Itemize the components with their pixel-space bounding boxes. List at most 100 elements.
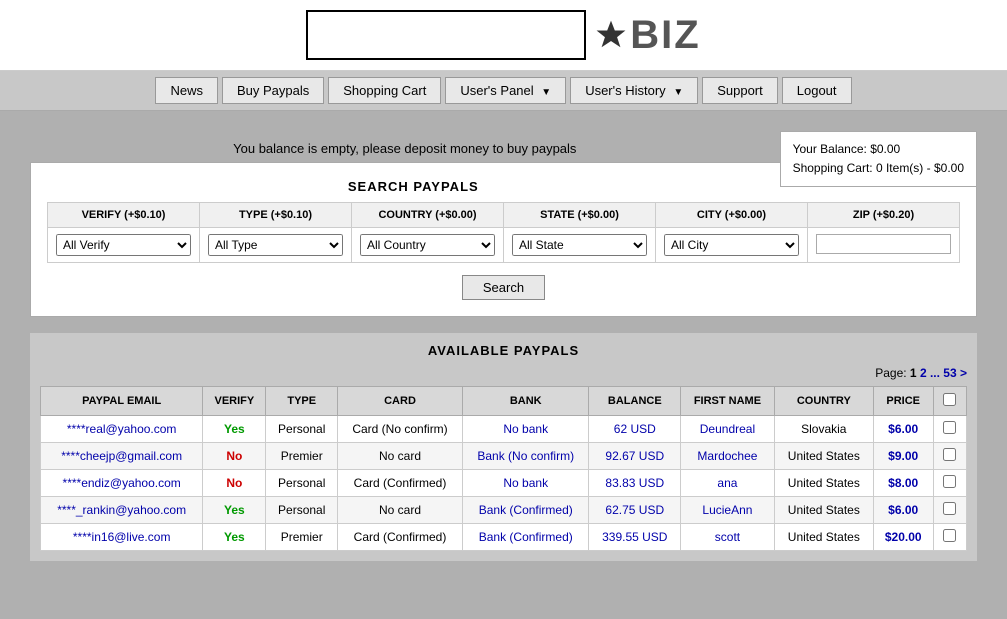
cell-checkbox[interactable] — [933, 470, 966, 497]
cell-type: Personal — [266, 497, 338, 524]
cell-firstname: Deundreal — [681, 416, 775, 443]
table-row: ****endiz@yahoo.com No Personal Card (Co… — [41, 470, 967, 497]
cell-checkbox[interactable] — [933, 416, 966, 443]
cell-price: $6.00 — [873, 416, 933, 443]
cell-firstname: Mardochee — [681, 443, 775, 470]
nav-shopping-cart[interactable]: Shopping Cart — [328, 77, 441, 104]
cell-balance: 92.67 USD — [589, 443, 681, 470]
cell-country: United States — [774, 524, 873, 551]
cell-email: ****_rankin@yahoo.com — [41, 497, 203, 524]
table-row: ****in16@live.com Yes Premier Card (Conf… — [41, 524, 967, 551]
email-link[interactable]: ****real@yahoo.com — [67, 422, 177, 436]
col-verify: VERIFY — [203, 387, 266, 416]
verify-select[interactable]: All Verify — [56, 234, 191, 256]
cell-country: United States — [774, 470, 873, 497]
available-section: AVAILABLE PAYPALS Page: 1 2 ... 53 > PAY… — [30, 333, 977, 561]
row-checkbox[interactable] — [943, 448, 956, 461]
filter-state: STATE (+$0.00) All State — [504, 203, 656, 262]
cell-card: Card (Confirmed) — [338, 524, 463, 551]
col-checkbox-all[interactable] — [933, 387, 966, 416]
page-label: Page: — [875, 366, 906, 380]
cell-card: No card — [338, 497, 463, 524]
filter-zip: ZIP (+$0.20) — [808, 203, 959, 262]
email-link[interactable]: ****cheejp@gmail.com — [61, 449, 182, 463]
row-checkbox[interactable] — [943, 421, 956, 434]
filter-state-header: STATE (+$0.00) — [504, 203, 655, 228]
cell-card: No card — [338, 443, 463, 470]
nav-users-panel[interactable]: User's Panel ▼ — [445, 77, 566, 104]
country-select[interactable]: All Country — [360, 234, 495, 256]
table-row: ****_rankin@yahoo.com Yes Personal No ca… — [41, 497, 967, 524]
cell-bank: No bank — [463, 470, 589, 497]
cell-price: $9.00 — [873, 443, 933, 470]
logo: BIZ — [596, 13, 700, 58]
cell-verify: Yes — [203, 524, 266, 551]
email-link[interactable]: ****in16@live.com — [73, 530, 171, 544]
col-country: COUNTRY — [774, 387, 873, 416]
balance-box: Your Balance: $0.00 Shopping Cart: 0 Ite… — [780, 131, 977, 187]
type-select[interactable]: All Type — [208, 234, 343, 256]
filter-country-header: COUNTRY (+$0.00) — [352, 203, 503, 228]
cell-firstname: ana — [681, 470, 775, 497]
filter-country: COUNTRY (+$0.00) All Country — [352, 203, 504, 262]
cell-card: Card (Confirmed) — [338, 470, 463, 497]
star-icon — [596, 20, 626, 50]
row-checkbox[interactable] — [943, 529, 956, 542]
nav-support[interactable]: Support — [702, 77, 778, 104]
zip-input[interactable] — [816, 234, 951, 254]
cell-bank: Bank (Confirmed) — [463, 497, 589, 524]
cell-checkbox[interactable] — [933, 443, 966, 470]
nav-users-history[interactable]: User's History ▼ — [570, 77, 698, 104]
cell-firstname: LucieAnn — [681, 497, 775, 524]
filter-zip-header: ZIP (+$0.20) — [808, 203, 959, 228]
header: BIZ — [0, 0, 1007, 71]
page-next-link[interactable]: 2 ... 53 > — [920, 366, 967, 380]
nav-logout[interactable]: Logout — [782, 77, 852, 104]
cell-price: $8.00 — [873, 470, 933, 497]
available-title: AVAILABLE PAYPALS — [40, 343, 967, 358]
search-button[interactable]: Search — [462, 275, 545, 300]
col-bank: BANK — [463, 387, 589, 416]
filter-city: CITY (+$0.00) All City — [656, 203, 808, 262]
select-all-checkbox[interactable] — [943, 393, 956, 406]
email-link[interactable]: ****_rankin@yahoo.com — [57, 503, 186, 517]
nav-buy-paypals[interactable]: Buy Paypals — [222, 77, 324, 104]
cell-balance: 62.75 USD — [589, 497, 681, 524]
cell-checkbox[interactable] — [933, 524, 966, 551]
table-row: ****real@yahoo.com Yes Personal Card (No… — [41, 416, 967, 443]
filter-type-header: TYPE (+$0.10) — [200, 203, 351, 228]
cell-type: Premier — [266, 443, 338, 470]
cell-bank: Bank (Confirmed) — [463, 524, 589, 551]
cell-balance: 83.83 USD — [589, 470, 681, 497]
filter-verify: VERIFY (+$0.10) All Verify — [48, 203, 200, 262]
cell-verify: Yes — [203, 497, 266, 524]
col-email: PAYPAL EMAIL — [41, 387, 203, 416]
col-balance: BALANCE — [589, 387, 681, 416]
nav-news[interactable]: News — [155, 77, 218, 104]
col-firstname: FIRST NAME — [681, 387, 775, 416]
row-checkbox[interactable] — [943, 502, 956, 515]
state-select[interactable]: All State — [512, 234, 647, 256]
col-price: PRICE — [873, 387, 933, 416]
city-select[interactable]: All City — [664, 234, 799, 256]
cell-price: $20.00 — [873, 524, 933, 551]
cell-verify: No — [203, 443, 266, 470]
cell-price: $6.00 — [873, 497, 933, 524]
logo-input[interactable] — [306, 10, 586, 60]
chevron-down-icon: ▼ — [541, 87, 551, 98]
cell-checkbox[interactable] — [933, 497, 966, 524]
email-link[interactable]: ****endiz@yahoo.com — [63, 476, 181, 490]
cell-email: ****cheejp@gmail.com — [41, 443, 203, 470]
cell-country: Slovakia — [774, 416, 873, 443]
shopping-cart-label: Shopping Cart: 0 Item(s) - $0.00 — [793, 159, 964, 178]
page-current: 1 — [910, 366, 917, 380]
main-content: Your Balance: $0.00 Shopping Cart: 0 Ite… — [0, 111, 1007, 571]
col-card: CARD — [338, 387, 463, 416]
cell-type: Personal — [266, 416, 338, 443]
row-checkbox[interactable] — [943, 475, 956, 488]
logo-text: BIZ — [630, 13, 700, 58]
cell-country: United States — [774, 497, 873, 524]
cell-firstname: scott — [681, 524, 775, 551]
cell-email: ****endiz@yahoo.com — [41, 470, 203, 497]
cell-email: ****real@yahoo.com — [41, 416, 203, 443]
